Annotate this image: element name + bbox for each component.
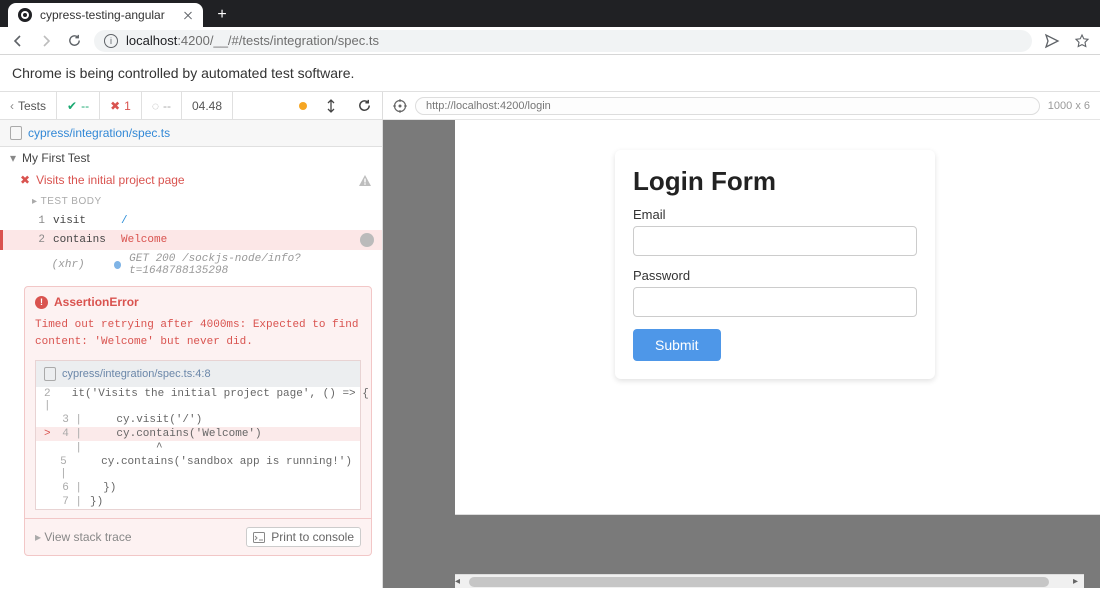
iframe-viewport: Login Form Email Password Submit ◂ ▸ xyxy=(383,120,1100,588)
iframe-toolbar: http://localhost:4200/login 1000 x 6 xyxy=(383,92,1100,120)
viewport-dimensions: 1000 x 6 xyxy=(1048,100,1090,112)
favicon xyxy=(18,8,32,22)
submit-button[interactable]: Submit xyxy=(633,329,721,361)
command-row-failed[interactable]: 2 contains Welcome xyxy=(0,230,382,250)
code-line: >4 | cy.contains('Welcome') xyxy=(36,427,360,441)
selector-playground-icon[interactable] xyxy=(393,99,407,113)
email-field[interactable] xyxy=(633,226,917,256)
reporter-header: ‹Tests ✔-- ✖1 ◌-- 04.48 xyxy=(0,92,382,120)
rerun-icon[interactable] xyxy=(347,98,382,113)
tab-title: cypress-testing-angular xyxy=(40,8,165,22)
view-stack-trace[interactable]: View stack trace xyxy=(44,530,131,544)
site-info-icon[interactable]: i xyxy=(104,34,118,48)
retry-badge xyxy=(360,233,374,247)
email-label: Email xyxy=(633,207,917,222)
code-frame-file[interactable]: cypress/integration/spec.ts:4:8 xyxy=(36,361,360,387)
command-row-xhr[interactable]: (xhr) GET 200 /sockjs-node/info?t=164878… xyxy=(0,250,382,280)
iframe-url[interactable]: http://localhost:4200/login xyxy=(415,97,1040,115)
horizontal-scrollbar[interactable]: ◂ ▸ xyxy=(455,574,1084,588)
close-tab-icon[interactable] xyxy=(183,10,193,20)
app-preview-panel: http://localhost:4200/login 1000 x 6 Log… xyxy=(383,92,1100,588)
send-icon[interactable] xyxy=(1044,33,1060,49)
bookmark-star-icon[interactable] xyxy=(1074,33,1090,49)
resize-icon[interactable] xyxy=(315,99,347,113)
login-card: Login Form Email Password Submit xyxy=(615,150,935,379)
code-frame: cypress/integration/spec.ts:4:8 2 | it('… xyxy=(35,360,361,510)
pending-count: ◌-- xyxy=(142,92,182,119)
fail-count: ✖1 xyxy=(100,92,142,119)
scroll-left-arrow[interactable]: ◂ xyxy=(455,576,466,587)
code-line: 2 | it('Visits the initial project page'… xyxy=(36,387,360,413)
warning-icon xyxy=(358,174,372,187)
cypress-reporter: ‹Tests ✔-- ✖1 ◌-- 04.48 xyxy=(0,92,383,588)
url-text: localhost:4200/__/#/tests/integration/sp… xyxy=(126,33,1022,48)
error-panel: ! AssertionError Timed out retrying afte… xyxy=(24,286,372,556)
new-tab-button[interactable]: + xyxy=(211,4,233,26)
error-title: ! AssertionError xyxy=(25,287,371,317)
error-icon: ! xyxy=(35,296,48,309)
pass-count: ✔-- xyxy=(57,92,100,119)
address-bar[interactable]: i localhost:4200/__/#/tests/integration/… xyxy=(94,30,1032,52)
status-indicator xyxy=(289,92,315,119)
code-line: | ^ xyxy=(36,441,360,455)
password-label: Password xyxy=(633,268,917,283)
tests-link[interactable]: ‹Tests xyxy=(0,92,57,119)
login-title: Login Form xyxy=(633,166,917,197)
automation-banner: Chrome is being controlled by automated … xyxy=(0,55,1100,92)
spec-path[interactable]: cypress/integration/spec.ts xyxy=(0,120,382,147)
file-icon xyxy=(44,367,56,381)
browser-tab-strip: cypress-testing-angular + xyxy=(0,0,1100,27)
file-icon xyxy=(10,126,22,140)
scroll-thumb[interactable] xyxy=(469,577,1049,587)
code-line: 7 |}) xyxy=(36,495,360,509)
forward-button[interactable] xyxy=(38,33,54,49)
code-line: 3 | cy.visit('/') xyxy=(36,413,360,427)
describe-row[interactable]: ▾My First Test xyxy=(0,147,382,169)
xhr-bullet-icon xyxy=(114,261,121,269)
test-body-label: ▸ TEST BODY xyxy=(0,191,382,212)
print-to-console-button[interactable]: Print to console xyxy=(246,527,361,547)
browser-toolbar: i localhost:4200/__/#/tests/integration/… xyxy=(0,27,1100,55)
command-row[interactable]: 1 visit / xyxy=(0,212,382,230)
duration: 04.48 xyxy=(182,92,233,119)
code-line: 5 | cy.contains('sandbox app is running!… xyxy=(36,455,360,481)
scroll-right-arrow[interactable]: ▸ xyxy=(1073,576,1084,587)
back-button[interactable] xyxy=(10,33,26,49)
test-row-failed[interactable]: ✖Visits the initial project page xyxy=(0,169,382,191)
password-field[interactable] xyxy=(633,287,917,317)
app-canvas: Login Form Email Password Submit xyxy=(455,120,1100,515)
code-line: 6 | }) xyxy=(36,481,360,495)
browser-tab[interactable]: cypress-testing-angular xyxy=(8,3,203,27)
reload-button[interactable] xyxy=(66,33,82,49)
error-message: Timed out retrying after 4000ms: Expecte… xyxy=(25,317,371,360)
